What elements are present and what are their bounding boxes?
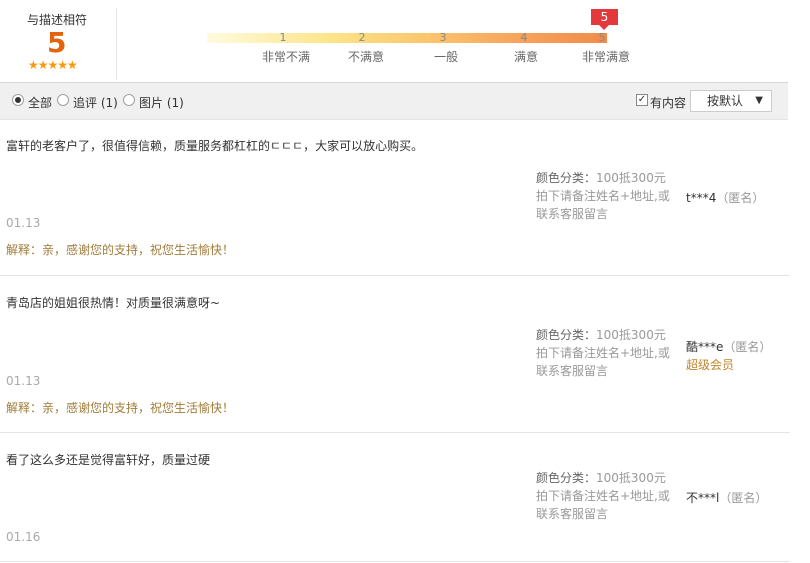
review-item: 富轩的老客户了，很值得信赖，质量服务都杠杠的ㄷㄷㄷ，大家可以放心购买。 颜色分类… xyxy=(0,119,790,276)
review-date: 01.16 xyxy=(6,530,41,544)
score-marker-badge: 5 xyxy=(591,9,618,25)
anonymous-tag: （匿名） xyxy=(716,191,765,205)
sku-note: 拍下请备注姓名+地址,或联系客服留言 xyxy=(536,489,670,521)
review-filter-bar: 全部 追评 (1) 图片 (1) ✓ 有内容 按默认 ▼ xyxy=(0,82,788,120)
sku-value: 100抵300元 xyxy=(596,471,666,485)
review-text: 青岛店的姐姐很热情！对质量很满意呀~ xyxy=(6,296,221,310)
scale-tick: 1 xyxy=(279,31,287,44)
sku-value: 100抵300元 xyxy=(596,171,666,185)
reviewer-id: t***4 xyxy=(686,191,717,205)
sku-key: 颜色分类： xyxy=(536,171,597,185)
review-date: 01.13 xyxy=(6,216,41,230)
sku-value: 100抵300元 xyxy=(596,328,666,342)
sku-key: 颜色分类： xyxy=(536,328,597,342)
review-date: 01.13 xyxy=(6,374,41,388)
seller-reply: 解释：亲，感谢您的支持，祝您生活愉快！ xyxy=(6,401,235,415)
sku-note: 拍下请备注姓名+地址,或联系客服留言 xyxy=(536,189,670,221)
scale-level-label: 非常满意 xyxy=(581,50,630,64)
review-sku: 颜色分类：100抵300元 拍下请备注姓名+地址,或联系客服留言 xyxy=(536,326,676,380)
anonymous-tag: （匿名） xyxy=(723,340,772,354)
scale-tick: 2 xyxy=(358,31,366,44)
reviewer-name: t***4（匿名） xyxy=(686,189,764,206)
sort-dropdown[interactable]: 按默认 ▼ xyxy=(690,90,772,112)
filter-pictures-label[interactable]: 图片 (1) xyxy=(139,94,184,111)
review-sku: 颜色分类：100抵300元 拍下请备注姓名+地址,或联系客服留言 xyxy=(536,469,676,523)
scale-level-label: 非常不满 xyxy=(261,50,310,64)
review-text: 富轩的老客户了，很值得信赖，质量服务都杠杠的ㄷㄷㄷ，大家可以放心购买。 xyxy=(6,139,424,153)
rating-scale-bar xyxy=(207,33,607,43)
reviewer-id: 不***l xyxy=(686,491,720,505)
filter-followup-radio[interactable] xyxy=(57,94,69,106)
scale-level-label: 一般 xyxy=(433,50,458,64)
has-content-label[interactable]: 有内容 xyxy=(650,94,686,111)
filter-pictures-radio[interactable] xyxy=(123,94,135,106)
sku-note: 拍下请备注姓名+地址,或联系客服留言 xyxy=(536,346,670,378)
reviewer-name: 酷***e（匿名） xyxy=(686,338,771,355)
score-value: 5 xyxy=(47,26,67,59)
score-marker-arrow xyxy=(599,25,609,30)
sort-dropdown-label: 按默认 xyxy=(707,94,744,108)
member-level-badge: 超级会员 xyxy=(686,358,735,372)
scale-level-label: 满意 xyxy=(513,50,538,64)
has-content-checkbox[interactable]: ✓ xyxy=(636,94,648,106)
scale-level-label: 不满意 xyxy=(347,50,384,64)
anonymous-tag: （匿名） xyxy=(719,491,768,505)
review-item: 看了这么多还是觉得富轩好，质量过硬 颜色分类：100抵300元 拍下请备注姓名+… xyxy=(0,433,790,562)
star-rating: ★★★★★ xyxy=(28,58,78,72)
scale-tick: 5 xyxy=(598,31,606,44)
scale-tick: 3 xyxy=(439,31,447,44)
filter-all-label[interactable]: 全部 xyxy=(28,94,52,111)
score-box: 与描述相符 5 ★★★★★ xyxy=(0,8,117,80)
rating-summary: 与描述相符 5 ★★★★★ 5 1 2 3 4 5 非常不满 不满意 一般 满意… xyxy=(0,0,790,82)
review-text: 看了这么多还是觉得富轩好，质量过硬 xyxy=(6,453,211,467)
seller-reply: 解释：亲，感谢您的支持，祝您生活愉快！ xyxy=(6,243,235,257)
filter-followup-label[interactable]: 追评 (1) xyxy=(73,94,118,111)
filter-all-radio[interactable] xyxy=(12,94,24,106)
reviewer-id: 酷***e xyxy=(686,340,724,354)
reviewer-name: 不***l（匿名） xyxy=(686,489,767,506)
review-item: 青岛店的姐姐很热情！对质量很满意呀~ 颜色分类：100抵300元 拍下请备注姓名… xyxy=(0,276,790,433)
scale-tick: 4 xyxy=(520,31,528,44)
chevron-down-icon: ▼ xyxy=(755,95,763,106)
review-sku: 颜色分类：100抵300元 拍下请备注姓名+地址,或联系客服留言 xyxy=(536,169,676,223)
sku-key: 颜色分类： xyxy=(536,471,597,485)
